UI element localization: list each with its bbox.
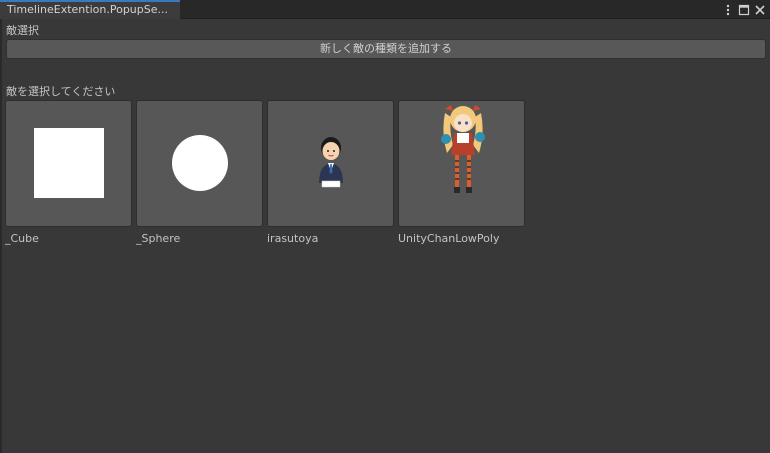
section-label: 敵選択	[6, 24, 39, 37]
tab-bar: TimelineExtention.PopupSe...	[0, 0, 770, 19]
close-icon[interactable]	[754, 4, 766, 16]
enemy-card-unitychan[interactable]: UnityChanLowPoly	[398, 100, 525, 245]
enemy-name-label: UnityChanLowPoly	[398, 232, 500, 245]
businessman-icon	[319, 137, 343, 188]
kebab-menu-icon[interactable]	[722, 4, 734, 16]
cube-icon	[34, 128, 104, 198]
window-tab[interactable]: TimelineExtention.PopupSe...	[0, 0, 180, 19]
sphere-icon	[172, 135, 228, 191]
select-prompt-label: 敵を選択してください	[6, 85, 116, 98]
window-left-edge	[0, 19, 2, 453]
enemy-thumbnail	[5, 100, 132, 227]
maximize-icon[interactable]	[738, 4, 750, 16]
enemy-thumbnail	[136, 100, 263, 227]
enemy-card-cube[interactable]: _Cube	[5, 100, 132, 245]
anime-girl-icon	[441, 105, 485, 193]
enemy-name-label: irasutoya	[267, 232, 319, 245]
add-enemy-type-button[interactable]: 新しく敵の種類を追加する	[6, 39, 766, 59]
enemy-name-label: _Cube	[5, 232, 39, 245]
enemy-card-sphere[interactable]: _Sphere	[136, 100, 263, 245]
enemy-thumbnail	[398, 100, 525, 227]
enemy-card-irasutoya[interactable]: irasutoya	[267, 100, 394, 245]
enemy-thumbnail	[267, 100, 394, 227]
tab-actions	[722, 2, 766, 17]
enemy-name-label: _Sphere	[136, 232, 181, 245]
